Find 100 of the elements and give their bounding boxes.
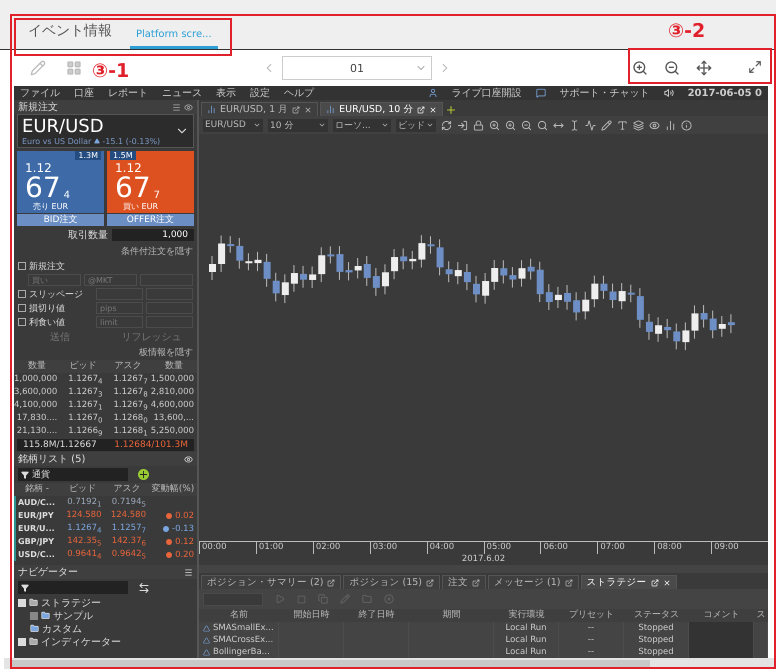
- enter-icon[interactable]: [457, 120, 468, 130]
- candlestick: [436, 238, 444, 276]
- menu-icon[interactable]: [172, 102, 181, 112]
- table-cell: --: [559, 622, 624, 634]
- eye-icon[interactable]: [184, 102, 193, 112]
- speaker-icon[interactable]: [664, 88, 674, 98]
- pulse-icon[interactable]: [585, 120, 596, 130]
- symbol-cell[interactable]: GBP/JPY: [14, 535, 60, 548]
- filter-field[interactable]: 通貨: [18, 468, 128, 481]
- offer-price-tile[interactable]: 1.5M 1.12 67 7 買い EUR: [107, 151, 194, 213]
- checkbox[interactable]: [18, 318, 26, 326]
- table-cell-text: 1,000,000: [14, 373, 58, 386]
- candlestick: [518, 260, 526, 288]
- comment-cell: [689, 622, 754, 634]
- symbol-description: Euro vs US Dollar: [22, 137, 92, 146]
- checkbox[interactable]: [18, 290, 26, 298]
- chart-tab[interactable]: EUR/USD, 1 月: [201, 102, 318, 116]
- move-icon[interactable]: [696, 60, 712, 76]
- expand-icon[interactable]: [18, 598, 26, 606]
- popout-icon: [650, 578, 658, 586]
- chart-select[interactable]: EUR/USD: [203, 118, 263, 132]
- candlestick: [582, 291, 590, 320]
- candlestick: [591, 275, 598, 308]
- symbol-select[interactable]: EUR/USD Euro vs US Dollar -15.1 (-0.13%): [17, 114, 194, 148]
- menu-item[interactable]: ニュース: [162, 86, 202, 100]
- candlestick: [554, 286, 562, 309]
- tree-item[interactable]: カスタム: [14, 622, 197, 635]
- layers-icon[interactable]: [633, 120, 644, 130]
- candlestick: [446, 260, 453, 283]
- column-header: 開始日時: [279, 609, 344, 622]
- eye-icon[interactable]: [649, 120, 660, 130]
- tree-item[interactable]: ストラテジー: [14, 596, 197, 609]
- menu-item[interactable]: サポート・チャット: [560, 86, 650, 100]
- add-icon[interactable]: [138, 469, 149, 480]
- zoom-in-icon[interactable]: [505, 120, 516, 130]
- conditions-link[interactable]: 条件付注文を隠す: [117, 244, 197, 259]
- fullscreen-icon[interactable]: [748, 60, 762, 74]
- symbol-cell[interactable]: EUR/JPY: [14, 509, 60, 522]
- quantity-field[interactable]: 1,000: [112, 229, 194, 241]
- text-cursor-icon[interactable]: [569, 120, 580, 130]
- pips-text: 67 7: [115, 174, 162, 202]
- search-icon[interactable]: [537, 120, 548, 130]
- candlestick: [427, 236, 434, 254]
- add-tab-icon[interactable]: [445, 104, 458, 116]
- text-icon[interactable]: [617, 120, 628, 130]
- page-select[interactable]: 01: [282, 56, 432, 80]
- menu-item[interactable]: ファイル: [20, 86, 60, 100]
- tree-item[interactable]: サンプル: [14, 609, 197, 622]
- checkbox[interactable]: [18, 262, 26, 270]
- table-cell-text: 1.1268$_{1}$: [112, 425, 149, 438]
- pencil-icon[interactable]: [601, 120, 612, 130]
- menu-item[interactable]: レポート: [108, 86, 148, 100]
- symbol-cell[interactable]: AUD/C...: [14, 496, 60, 509]
- panel-tab[interactable]: ストラテジー: [580, 575, 676, 589]
- chart-select[interactable]: 10 分: [268, 118, 328, 132]
- menu-item[interactable]: ライブ口座開設: [452, 86, 522, 100]
- symbol-cell[interactable]: EUR/U...: [14, 522, 60, 535]
- chart-select[interactable]: ローソ...: [333, 118, 391, 132]
- menu-icon[interactable]: [184, 568, 193, 576]
- chart-select[interactable]: ビッド: [396, 118, 436, 132]
- column-header: ステータス: [624, 609, 689, 622]
- table-cell-text: 2,810,000: [150, 386, 195, 399]
- panel-tab[interactable]: メッセージ (1): [488, 575, 578, 589]
- strategy-name[interactable]: SMASmallEx...: [199, 622, 279, 634]
- user-icon: [428, 88, 438, 98]
- checkbox[interactable]: [18, 304, 26, 312]
- column-header: コメント: [689, 609, 754, 622]
- table-cell-text: 1.1267$_{1}$: [67, 399, 104, 412]
- symbol-cell[interactable]: USD/C...: [14, 548, 60, 561]
- option-label: 利食い値: [29, 316, 66, 328]
- tree-item[interactable]: インディケーター: [14, 635, 197, 648]
- swap-icon[interactable]: [138, 582, 150, 594]
- depth-link[interactable]: 板情報を隠す: [135, 345, 197, 360]
- viewer-tab[interactable]: イベント情報: [22, 22, 118, 49]
- menu-item[interactable]: 表示: [216, 86, 236, 100]
- menu-item[interactable]: 設定: [250, 86, 270, 100]
- scrollbar-thumb[interactable]: [10, 660, 650, 668]
- panel-tab[interactable]: ポジション・サマリー (2): [201, 575, 342, 589]
- option-label: スリッページ: [29, 288, 84, 300]
- menu-item[interactable]: 口座: [74, 86, 94, 100]
- info-icon[interactable]: [681, 120, 692, 130]
- strategy-name[interactable]: SMACrossEx...: [199, 634, 279, 646]
- zoom-in-icon[interactable]: [489, 120, 500, 130]
- candlestick: [691, 304, 698, 340]
- option-label: 損切り値: [29, 302, 66, 314]
- panel-tab[interactable]: ポジション (15): [343, 575, 440, 589]
- refresh-icon[interactable]: [441, 120, 452, 130]
- zoom-in-icon[interactable]: [632, 60, 648, 76]
- candlestick: [536, 261, 544, 303]
- zoom-out-icon[interactable]: [664, 60, 680, 76]
- chart-tab[interactable]: EUR/USD, 10 分: [320, 102, 444, 116]
- bar-chart-icon[interactable]: [665, 120, 676, 130]
- menu-item[interactable]: ヘルプ: [284, 86, 314, 100]
- change-value: 0.12: [175, 536, 194, 546]
- panel-tab[interactable]: 注文: [442, 575, 486, 589]
- zoom-out-icon[interactable]: [521, 120, 532, 130]
- bid-price-tile[interactable]: 1.3M 1.12 67 4 売り EUR: [17, 151, 104, 213]
- lock-icon[interactable]: [473, 120, 484, 130]
- expand-icon[interactable]: [18, 638, 26, 646]
- filter-field[interactable]: [18, 581, 128, 594]
